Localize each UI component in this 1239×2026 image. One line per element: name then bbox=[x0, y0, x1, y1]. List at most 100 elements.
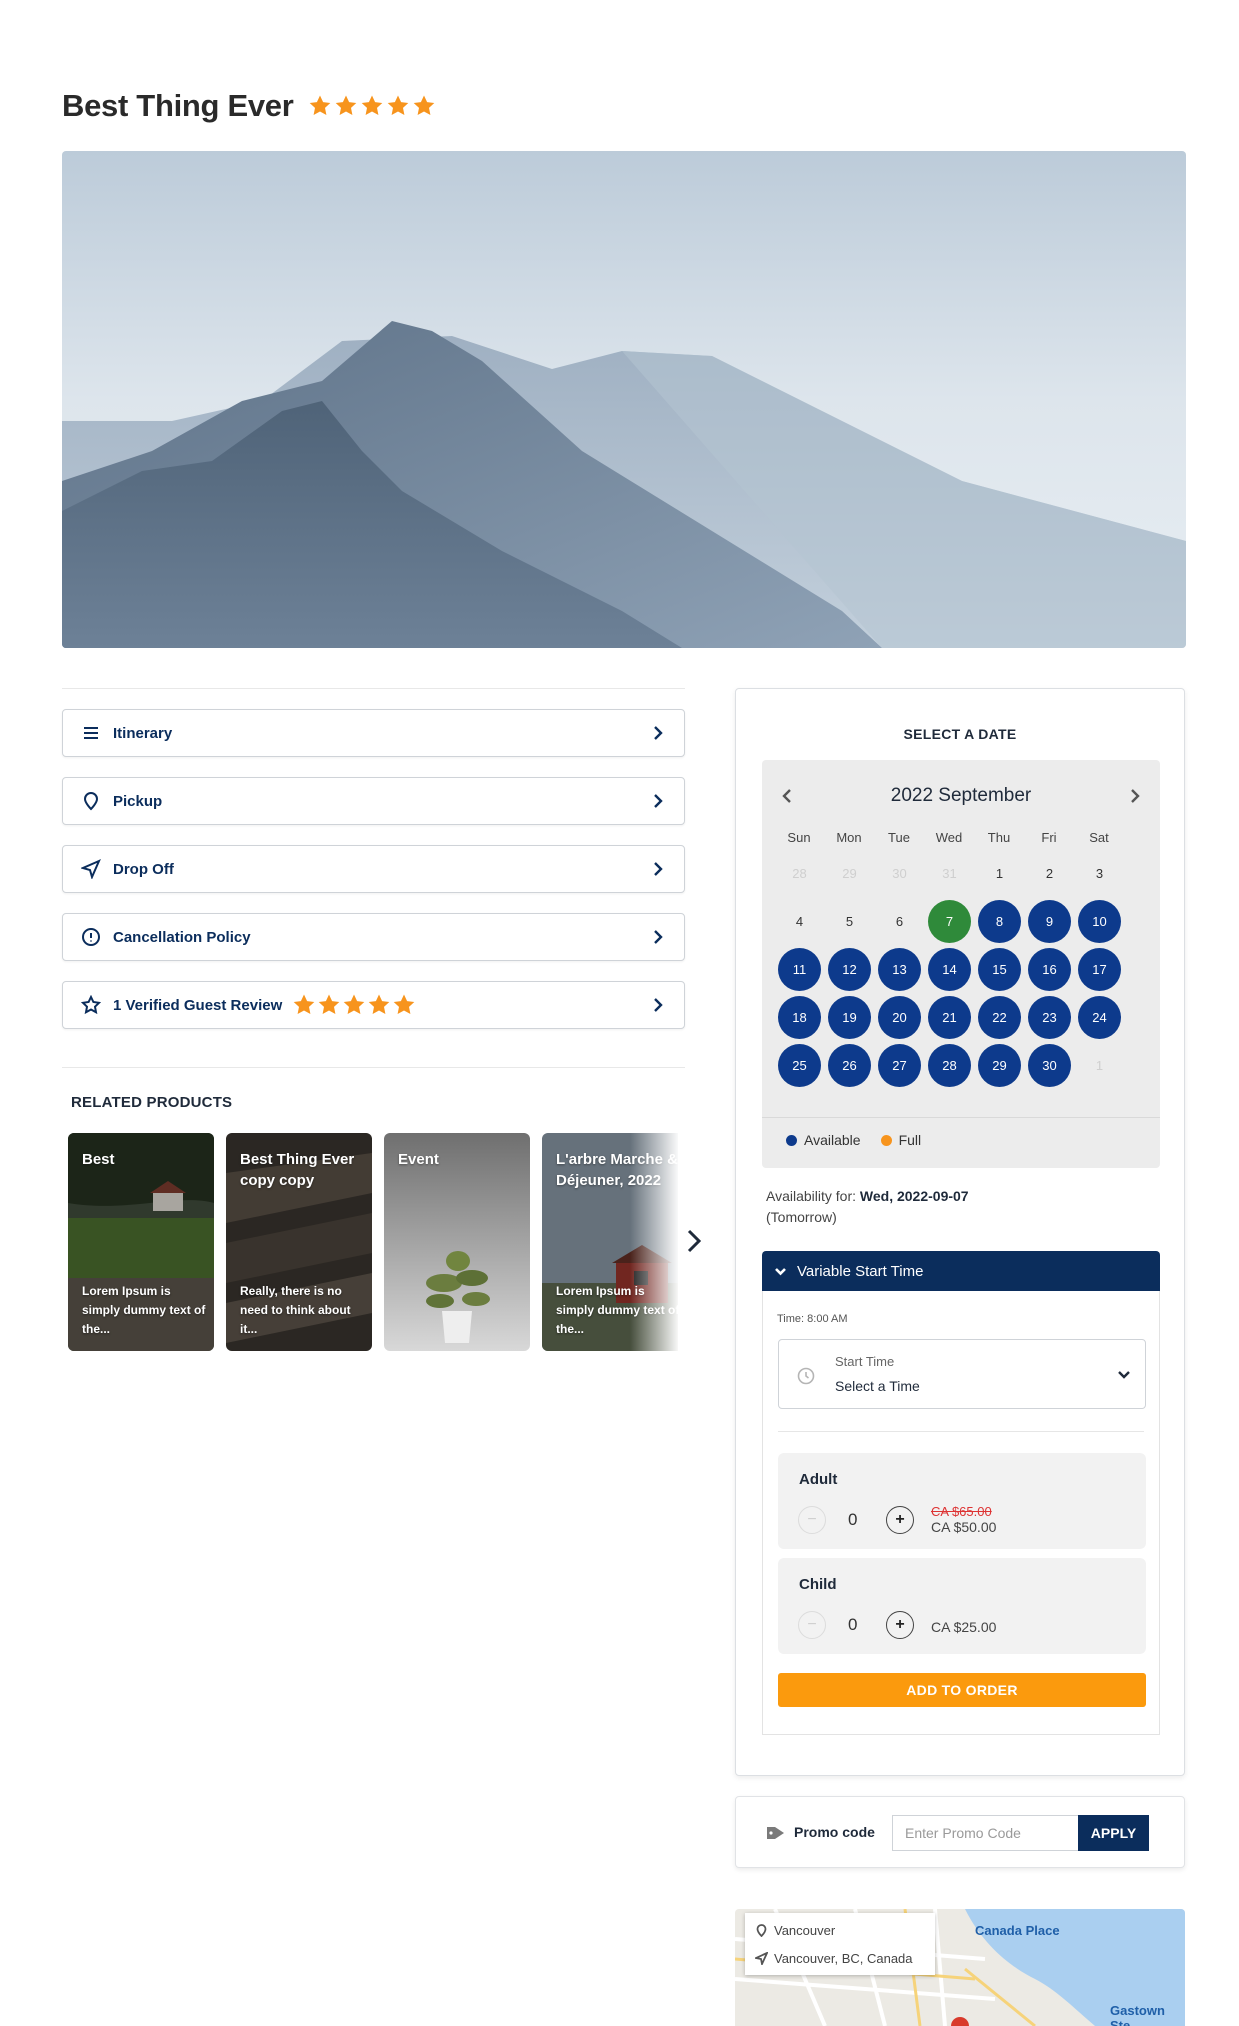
product-card[interactable]: Best Lorem Ipsum is simply dummy text of… bbox=[68, 1133, 214, 1351]
chevron-right-icon bbox=[654, 794, 663, 808]
tag-icon bbox=[767, 1827, 784, 1839]
ticket-price: CA $25.00 bbox=[931, 1619, 997, 1635]
product-header: Best Thing Ever bbox=[62, 88, 436, 124]
calendar-day[interactable]: 15 bbox=[978, 948, 1021, 991]
map[interactable]: Vancouver Vancouver, BC, Canada Canada P… bbox=[735, 1909, 1185, 2026]
availability-date: Wed, 2022-09-07 bbox=[859, 1188, 969, 1204]
calendar-day[interactable]: 28 bbox=[928, 1044, 971, 1087]
ticket-price: CA $50.00 bbox=[931, 1519, 997, 1535]
calendar-day[interactable]: 24 bbox=[1078, 996, 1121, 1039]
promo-code-panel: Promo code APPLY bbox=[735, 1796, 1185, 1868]
navigation-icon bbox=[81, 859, 101, 879]
calendar-day[interactable]: 17 bbox=[1078, 948, 1121, 991]
calendar-day[interactable]: 29 bbox=[978, 1044, 1021, 1087]
weekday-label: Tue bbox=[888, 830, 910, 845]
chevron-right-icon bbox=[654, 726, 663, 740]
calendar-day[interactable]: 10 bbox=[1078, 900, 1121, 943]
accordion-label: Pickup bbox=[113, 792, 163, 810]
add-to-order-button[interactable]: ADD TO ORDER bbox=[778, 1673, 1146, 1707]
calendar-day[interactable]: 23 bbox=[1028, 996, 1071, 1039]
chevron-right-icon[interactable] bbox=[1128, 788, 1142, 804]
decrement-button[interactable]: − bbox=[798, 1506, 826, 1534]
calendar-day[interactable]: 27 bbox=[878, 1044, 921, 1087]
calendar-day[interactable]: 6 bbox=[878, 900, 921, 943]
map-destination-label: Vancouver, BC, Canada bbox=[774, 1951, 913, 1966]
calendar-day[interactable]: 1 bbox=[978, 852, 1021, 895]
calendar-day[interactable]: 12 bbox=[828, 948, 871, 991]
calendar-day[interactable]: 7 bbox=[928, 900, 971, 943]
booking-panel: SELECT A DATE 2022 September Available F… bbox=[735, 688, 1185, 1776]
star-icon bbox=[309, 95, 330, 115]
ticket-row-adult: Adult − 0 + CA $65.00 CA $50.00 bbox=[778, 1453, 1146, 1549]
product-card-title: Event bbox=[398, 1151, 439, 1168]
calendar-day[interactable]: 4 bbox=[778, 900, 821, 943]
star-icon bbox=[318, 994, 340, 1014]
accordion-pickup[interactable]: Pickup bbox=[62, 777, 685, 825]
calendar-month-label: 2022 September bbox=[890, 785, 1032, 806]
calendar-day[interactable]: 16 bbox=[1028, 948, 1071, 991]
calendar-day[interactable]: 13 bbox=[878, 948, 921, 991]
product-card-title: Best bbox=[82, 1151, 115, 1168]
increment-button[interactable]: + bbox=[886, 1611, 914, 1639]
calendar-day[interactable]: 19 bbox=[828, 996, 871, 1039]
weekday-label: Sun bbox=[787, 830, 811, 845]
star-icon bbox=[387, 95, 408, 115]
star-icon bbox=[343, 994, 365, 1014]
divider bbox=[778, 1431, 1144, 1432]
calendar-day[interactable]: 25 bbox=[778, 1044, 821, 1087]
calendar-day[interactable]: 18 bbox=[778, 996, 821, 1039]
ticket-name: Adult bbox=[799, 1471, 838, 1488]
calendar-day[interactable]: 14 bbox=[928, 948, 971, 991]
star-icon bbox=[335, 95, 356, 115]
legend-dot bbox=[786, 1134, 797, 1146]
calendar-day[interactable]: 22 bbox=[978, 996, 1021, 1039]
divider bbox=[62, 1067, 685, 1068]
promo-code-input[interactable] bbox=[892, 1815, 1079, 1851]
start-time-value: Select a Time bbox=[835, 1378, 920, 1394]
start-time-select[interactable]: Start Time Select a Time bbox=[778, 1339, 1146, 1409]
calendar-day[interactable]: 26 bbox=[828, 1044, 871, 1087]
calendar-day[interactable]: 11 bbox=[778, 948, 821, 991]
map-place-label: Canada Place bbox=[975, 1923, 1060, 1938]
calendar-day[interactable]: 30 bbox=[1028, 1044, 1071, 1087]
chevron-right-icon[interactable] bbox=[683, 1228, 705, 1254]
star-icon bbox=[293, 994, 315, 1014]
decrement-button[interactable]: − bbox=[798, 1611, 826, 1639]
star-icon bbox=[361, 95, 382, 115]
calendar-day[interactable]: 3 bbox=[1078, 852, 1121, 895]
calendar-day[interactable]: 2 bbox=[1028, 852, 1071, 895]
apply-promo-button[interactable]: APPLY bbox=[1078, 1815, 1149, 1851]
product-card[interactable]: Best Thing Ever copy copy Really, there … bbox=[226, 1133, 372, 1351]
calendar-day[interactable]: 9 bbox=[1028, 900, 1071, 943]
accordion-cancellation-policy[interactable]: Cancellation Policy bbox=[62, 913, 685, 961]
map-route-box: Vancouver Vancouver, BC, Canada bbox=[745, 1913, 935, 1975]
product-card-title: Best Thing Ever copy copy bbox=[240, 1151, 355, 1189]
calendar-day[interactable]: 21 bbox=[928, 996, 971, 1039]
review-rating-stars bbox=[292, 993, 416, 1017]
calendar: 2022 September Available Full Sun Mon Tue W… bbox=[762, 760, 1160, 1168]
map-place-label: Gastown Ste bbox=[1110, 2003, 1165, 2026]
navigation-icon bbox=[755, 1952, 768, 1965]
weekday-label: Mon bbox=[836, 830, 862, 845]
calendar-day: 31 bbox=[942, 866, 957, 881]
ticket-old-price: CA $65.00 bbox=[931, 1504, 992, 1519]
chevron-right-icon bbox=[654, 930, 663, 944]
variable-start-time-label: Variable Start Time bbox=[797, 1262, 924, 1280]
legend-label: Full bbox=[898, 1132, 922, 1148]
hero-image bbox=[62, 151, 1186, 648]
accordion-drop-off[interactable]: Drop Off bbox=[62, 845, 685, 893]
calendar-day: 1 bbox=[1095, 1058, 1104, 1073]
ticket-row-child: Child − 0 + CA $25.00 bbox=[778, 1558, 1146, 1654]
calendar-day[interactable]: 5 bbox=[828, 900, 871, 943]
carousel-fade bbox=[630, 1133, 680, 1351]
accordion-itinerary[interactable]: Itinerary bbox=[62, 709, 685, 757]
product-card[interactable]: Event bbox=[384, 1133, 530, 1351]
calendar-day[interactable]: 20 bbox=[878, 996, 921, 1039]
increment-button[interactable]: + bbox=[886, 1506, 914, 1534]
variable-start-time-header[interactable]: Variable Start Time bbox=[762, 1251, 1160, 1291]
accordion-reviews[interactable]: 1 Verified Guest Review bbox=[62, 981, 685, 1029]
star-icon bbox=[368, 994, 390, 1014]
calendar-day[interactable]: 8 bbox=[978, 900, 1021, 943]
menu-icon bbox=[84, 727, 98, 739]
calendar-day: 28 bbox=[792, 866, 807, 881]
